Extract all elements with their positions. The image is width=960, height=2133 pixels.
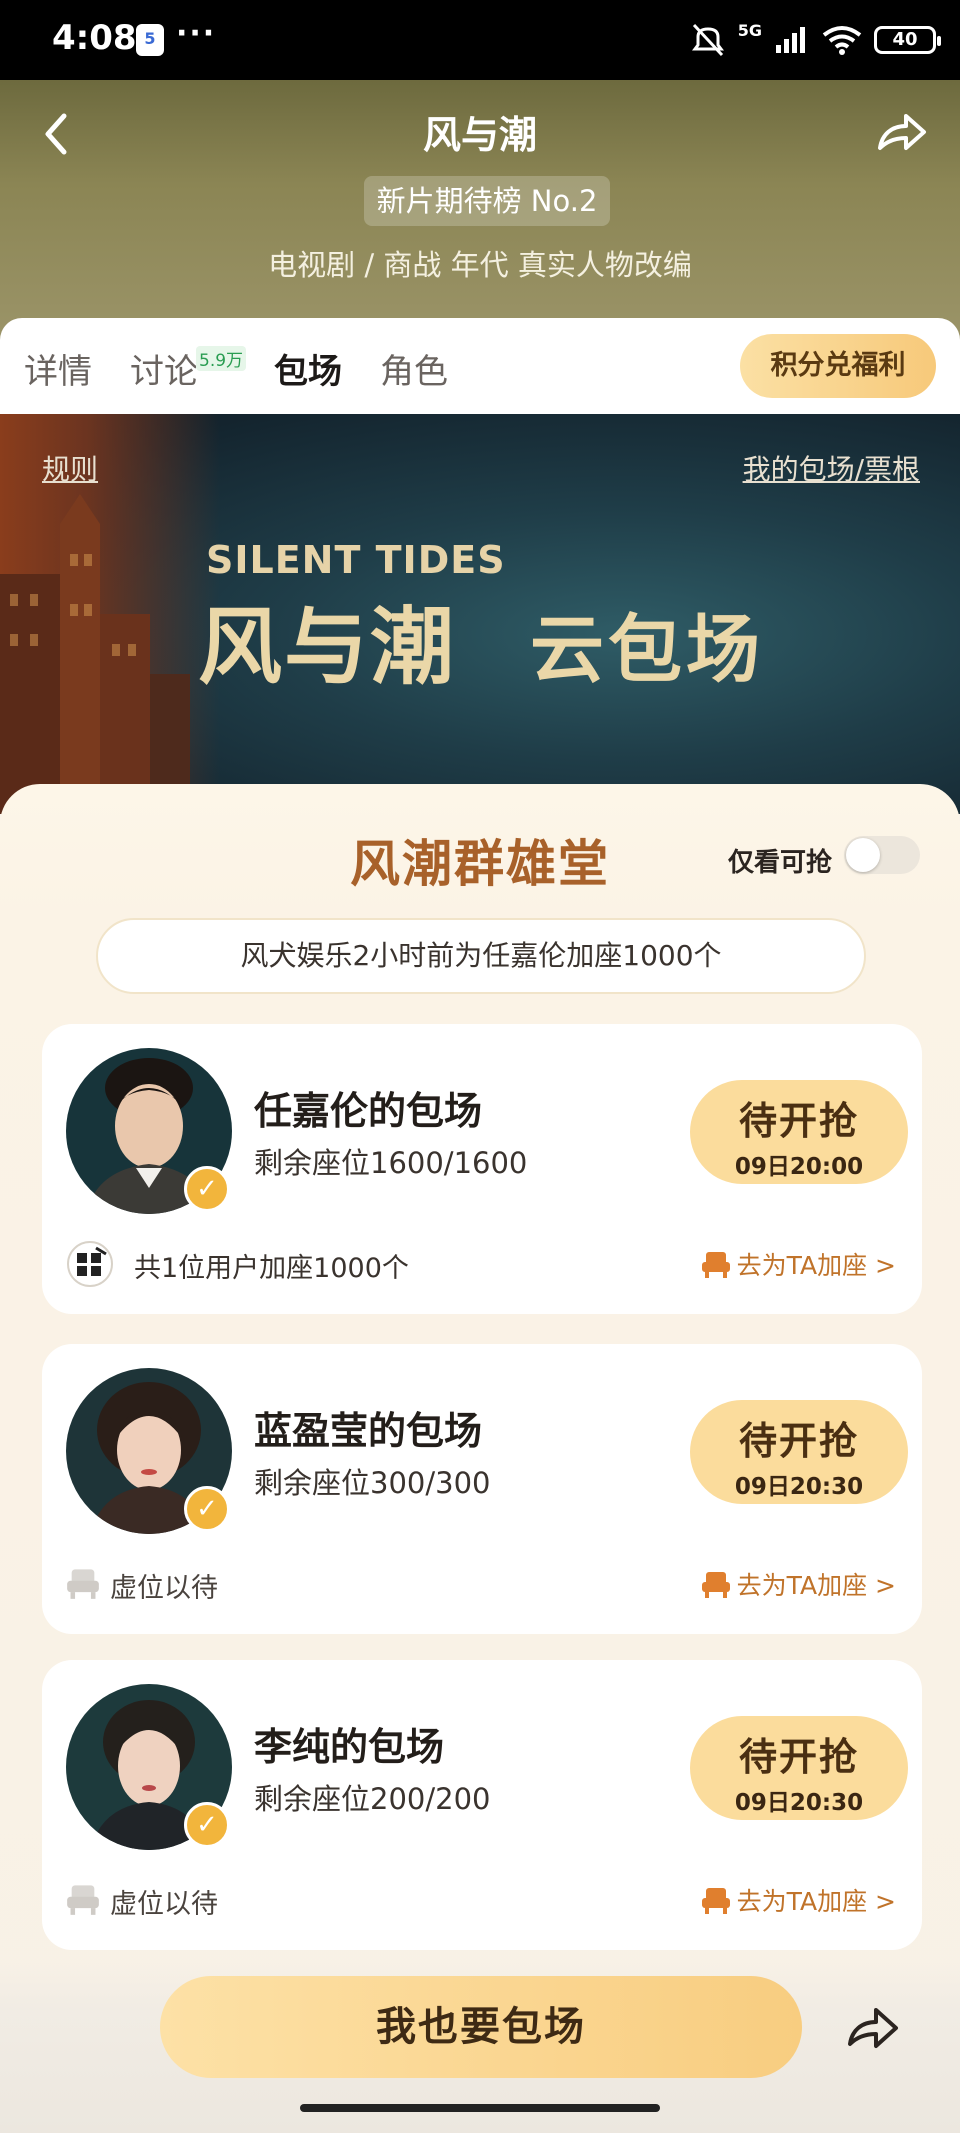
status-time: 4:08 xyxy=(52,18,137,58)
add-seat-link[interactable]: 去为TA加座 > xyxy=(701,1882,896,1918)
grab-time: 09日20:00 xyxy=(734,1154,864,1180)
contributors-text: 共1位用户加座1000个 xyxy=(134,1253,409,1284)
seat-icon xyxy=(701,1252,730,1278)
add-seat-link[interactable]: 去为TA加座 > xyxy=(701,1246,896,1282)
seat-icon xyxy=(701,1572,730,1598)
skyline-illustration xyxy=(0,494,190,814)
verified-badge: ✓ xyxy=(184,1486,230,1532)
add-seat-label: 去为TA加座 > xyxy=(736,1887,896,1916)
banner-subtitle: 云包场 xyxy=(530,607,764,693)
toggle-knob xyxy=(846,838,880,872)
tab-booking[interactable]: 包场 xyxy=(274,344,342,393)
my-booking-link[interactable]: 我的包场/票根 xyxy=(743,448,920,488)
empty-seat-text: 虚位以待 xyxy=(110,1889,218,1920)
add-seat-label: 去为TA加座 > xyxy=(736,1251,896,1280)
add-seat-label: 去为TA加座 > xyxy=(736,1571,896,1600)
booking-title: 任嘉伦的包场 xyxy=(254,1089,483,1133)
booking-card[interactable]: ✓ 任嘉伦的包场 剩余座位1600/1600 待开抢 09日20:00 共1位用… xyxy=(42,1024,922,1314)
tab-details[interactable]: 详情 xyxy=(24,344,92,393)
grab-time: 09日20:30 xyxy=(734,1790,864,1816)
available-only-toggle[interactable] xyxy=(844,836,920,874)
points-redeem-button[interactable]: 积分兑福利 xyxy=(740,334,936,398)
empty-seat-icon xyxy=(67,1569,99,1599)
tab-discussion[interactable]: 讨论 xyxy=(130,344,198,393)
empty-seat-text: 虚位以待 xyxy=(110,1573,218,1604)
tab-bar: 详情 讨论 5.9万 包场 角色 积分兑福利 xyxy=(0,318,960,414)
fengquan-logo-icon xyxy=(67,1241,113,1287)
remaining-seats: 剩余座位200/200 xyxy=(254,1782,491,1816)
genre-tags: 电视剧 / 商战 年代 真实人物改编 xyxy=(268,248,692,282)
status-more: ··· xyxy=(176,16,217,51)
discussion-count-badge: 5.9万 xyxy=(196,346,247,371)
wifi-icon xyxy=(822,26,862,55)
grab-seat-button[interactable]: 待开抢 09日20:30 xyxy=(690,1716,908,1820)
rank-badge[interactable]: 新片期待榜 No.2 xyxy=(364,176,610,226)
show-title-logo: 风与潮 xyxy=(198,598,457,696)
verified-badge: ✓ xyxy=(184,1802,230,1848)
home-indicator[interactable] xyxy=(300,2104,660,2112)
tab-characters[interactable]: 角色 xyxy=(380,344,448,393)
status-bar: 4:08 5 ··· 5G 40 xyxy=(0,0,960,80)
show-header: 风与潮 新片期待榜 No.2 电视剧 / 商战 年代 真实人物改编 xyxy=(0,80,960,340)
network-type: 5G xyxy=(737,20,762,40)
rules-link[interactable]: 规则 xyxy=(42,448,98,488)
grab-seat-button[interactable]: 待开抢 09日20:30 xyxy=(690,1400,908,1504)
share-button[interactable] xyxy=(872,104,932,164)
status-icons: 5G 40 xyxy=(690,18,941,62)
activity-notice: 风犬娱乐2小时前为任嘉伦加座1000个 xyxy=(96,918,866,994)
remaining-seats: 剩余座位1600/1600 xyxy=(254,1146,528,1180)
booking-card[interactable]: ✓ 蓝盈莹的包场 剩余座位300/300 待开抢 09日20:30 虚位以待 去… xyxy=(42,1344,922,1634)
share-icon[interactable] xyxy=(844,2000,904,2056)
grab-status: 待开抢 xyxy=(738,1419,859,1463)
booking-hall-panel: 风潮群雄堂 仅看可抢 风犬娱乐2小时前为任嘉伦加座1000个 ✓ 任嘉伦的包场 … xyxy=(0,784,960,2133)
booking-card[interactable]: ✓ 李纯的包场 剩余座位200/200 待开抢 09日20:30 虚位以待 去为… xyxy=(42,1660,922,1950)
seat-icon xyxy=(701,1888,730,1914)
verified-badge: ✓ xyxy=(184,1166,230,1212)
booking-title: 李纯的包场 xyxy=(254,1725,445,1769)
add-seat-link[interactable]: 去为TA加座 > xyxy=(701,1566,896,1602)
remaining-seats: 剩余座位300/300 xyxy=(254,1466,491,1500)
promo-banner: 规则 我的包场/票根 SILENT TIDES 风与潮 云包场 xyxy=(0,414,960,814)
grab-time: 09日20:30 xyxy=(734,1474,864,1500)
create-booking-button[interactable]: 我也要包场 xyxy=(160,1976,802,2078)
battery-indicator: 40 xyxy=(874,26,941,54)
grab-status: 待开抢 xyxy=(738,1099,859,1143)
grab-status: 待开抢 xyxy=(738,1735,859,1779)
empty-seat-icon xyxy=(67,1885,99,1915)
filter-label: 仅看可抢 xyxy=(727,848,832,878)
show-title-english: SILENT TIDES xyxy=(206,538,506,582)
grab-seat-button[interactable]: 待开抢 09日20:00 xyxy=(690,1080,908,1184)
signal-icon xyxy=(776,27,805,53)
mute-icon xyxy=(691,23,724,57)
notification-badge: 5 xyxy=(136,24,164,56)
page-title: 风与潮 xyxy=(422,113,537,157)
booking-title: 蓝盈莹的包场 xyxy=(254,1409,483,1453)
